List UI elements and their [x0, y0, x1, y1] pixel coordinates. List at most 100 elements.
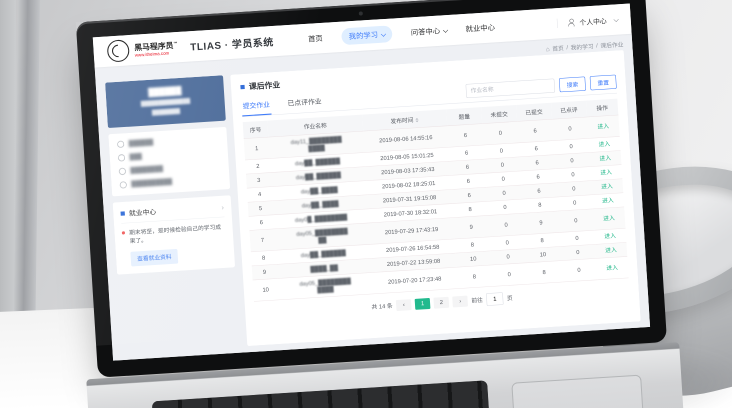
column-header-label: 未提交 — [490, 111, 508, 118]
brand-text: 黑马程序员™ www.itheima.com — [134, 39, 178, 57]
breadcrumb-current: 课后作业 — [600, 40, 623, 50]
enter-link[interactable]: 进入 — [598, 141, 610, 148]
cell-publish-date: 2019-07-20 17:23:48 — [372, 267, 458, 294]
chevron-right-icon[interactable]: › — [221, 204, 224, 209]
cell-homework-name: day05_████████ ████ — [277, 273, 373, 300]
breadcrumb-my-study[interactable]: 我的学习 — [570, 42, 593, 52]
tab-submit-homework[interactable]: 提交作业 — [241, 96, 271, 117]
homework-name-input[interactable] — [466, 78, 556, 98]
nav-item-label: 首页 — [308, 33, 323, 44]
enter-link[interactable]: 进入 — [604, 233, 616, 240]
nav-item-label: 就业中心 — [465, 22, 495, 34]
page-title: 课后作业 — [248, 79, 280, 92]
profile-info-icon — [119, 168, 126, 175]
enter-link[interactable]: 进入 — [602, 197, 614, 204]
nav-item[interactable]: 首页 — [308, 33, 323, 44]
cell-action: 进入 — [596, 256, 629, 279]
chevron-down-icon — [443, 27, 448, 32]
laptop: 黑马程序员™ www.itheima.com TLIAS · 学员系统 首页 — [76, 0, 674, 408]
sort-carets-icon[interactable] — [415, 118, 418, 122]
prev-page-button[interactable]: ‹ — [396, 299, 412, 311]
page-number-button[interactable]: 2 — [433, 296, 449, 308]
enter-link[interactable]: 进入 — [601, 183, 613, 190]
enter-link[interactable]: 进入 — [603, 215, 615, 222]
profile-info-row: ██████████ — [120, 175, 222, 188]
profile-info-row: ██████ — [117, 135, 219, 148]
nav-item[interactable]: 问答中心 — [411, 25, 448, 38]
next-page-button[interactable]: › — [452, 295, 468, 307]
breadcrumb-separator: / — [596, 43, 598, 49]
page-number-button[interactable]: 1 — [415, 298, 431, 310]
page-content: ⌂ 首页 / 我的学习 / 课后作业 — [95, 34, 650, 361]
user-menu[interactable]: 个人中心 — [579, 15, 607, 27]
laptop-bezel: 黑马程序员™ www.itheima.com TLIAS · 学员系统 首页 — [76, 0, 667, 378]
cell-seq: 7 — [250, 229, 276, 252]
breadcrumb-separator: / — [566, 45, 568, 51]
notice-text: 期末将至，是时候检验自己的学习成果了。 — [129, 223, 226, 246]
column-header-label: 已提交 — [525, 109, 543, 116]
page-buttons: 1 2 — [415, 296, 450, 309]
nav-item-label: 问答中心 — [411, 25, 441, 37]
jump-unit: 页 — [507, 294, 513, 303]
profile-info-row: ████████ — [119, 162, 221, 175]
cell-not-submitted: 0 — [488, 213, 524, 237]
job-center-header: 就业中心 › — [120, 202, 224, 224]
profile-card: ██████ ██████████████ ████████ — [105, 75, 226, 128]
tlias-app: 黑马程序员™ www.itheima.com TLIAS · 学员系统 首页 — [93, 4, 650, 361]
breadcrumb-home[interactable]: 首页 — [552, 44, 564, 53]
chevron-down-icon — [381, 31, 386, 36]
product-title: TLIAS · 学员系统 — [190, 34, 274, 53]
sidebar: ██████ ██████████████ ████████ — [105, 75, 240, 354]
profile-info-value-blurred: ██████ — [129, 139, 154, 146]
laptop-screen: 黑马程序员™ www.itheima.com TLIAS · 学员系统 首页 — [93, 4, 650, 361]
cell-action: 进入 — [593, 207, 626, 230]
job-center-notice: 期末将至，是时候检验自己的学习成果了。 — [122, 223, 226, 246]
cell-submitted: 6 — [517, 119, 553, 143]
profile-info-value-blurred: ████████ — [130, 166, 163, 174]
profile-info-value-blurred: ██████████ — [131, 179, 172, 187]
trademark-symbol: ™ — [173, 41, 177, 46]
search-button[interactable]: 搜索 — [559, 77, 586, 93]
photo-scene: 黑马程序员™ www.itheima.com TLIAS · 学员系统 首页 — [0, 0, 732, 408]
enter-link[interactable]: 进入 — [600, 169, 612, 176]
cell-reviewed: 0 — [552, 117, 588, 141]
enter-link[interactable]: 进入 — [597, 123, 609, 130]
jump-page-input[interactable] — [486, 292, 503, 306]
nav-item-label: 我的学习 — [348, 29, 378, 41]
header-divider — [557, 19, 558, 28]
reset-button[interactable]: 重置 — [590, 75, 617, 91]
column-header-label: 发布时间 — [390, 117, 413, 125]
user-avatar-icon — [567, 18, 576, 27]
column-header-label: 已点评 — [560, 107, 578, 114]
main-nav: 首页 我的学习 — [308, 19, 496, 47]
profile-info-icon — [118, 154, 125, 161]
homework-panel: 课后作业 提交作业 已点评作业 搜索 重置 — [230, 50, 640, 346]
cell-seq: 10 — [253, 278, 279, 301]
profile-info-row: ███ — [118, 148, 220, 161]
itheima-logo-icon — [107, 39, 130, 62]
enter-link[interactable]: 进入 — [606, 265, 618, 272]
red-dot-icon — [122, 231, 125, 234]
view-job-materials-button[interactable]: 查看就业资料 — [130, 249, 178, 267]
profile-info-value-blurred: ███ — [129, 154, 142, 161]
cell-submitted: 9 — [523, 211, 559, 235]
search-area: 搜索 重置 — [466, 75, 617, 103]
profile-info-icon — [117, 141, 124, 148]
job-center-title: 就业中心 — [129, 206, 157, 218]
homework-table: 序号 作业名称 — [243, 99, 629, 302]
enter-link[interactable]: 进入 — [605, 247, 617, 254]
nav-item[interactable]: 就业中心 — [465, 22, 495, 34]
table-body: 1 day11_████████ ████ 2019-08-06 14:55:1… — [244, 115, 629, 301]
cell-question-count: 6 — [447, 124, 483, 148]
trackpad — [511, 375, 646, 408]
cell-reviewed: 0 — [558, 209, 594, 233]
user-area: 个人中心 — [557, 15, 618, 29]
profile-info-card: ██████ ███ — [108, 127, 230, 197]
enter-link[interactable]: 进入 — [599, 155, 611, 162]
nav-item[interactable]: 我的学习 — [341, 25, 393, 45]
cell-action: 进入 — [587, 115, 620, 138]
jump-label: 前往 — [471, 296, 483, 305]
tab-reviewed-homework[interactable]: 已点评作业 — [286, 93, 323, 114]
cell-submitted: 8 — [526, 261, 562, 285]
chevron-down-icon — [614, 17, 619, 22]
